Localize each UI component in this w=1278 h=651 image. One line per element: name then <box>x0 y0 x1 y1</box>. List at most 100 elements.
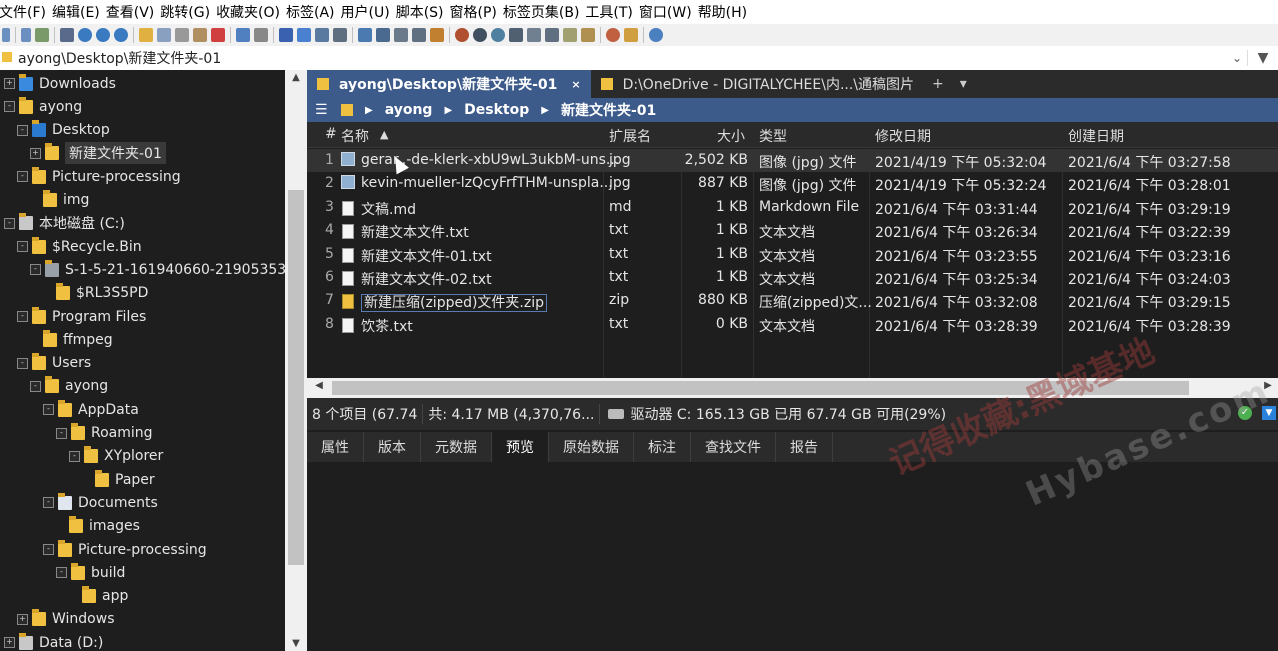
tree-item[interactable]: - Picture-processing <box>43 538 207 561</box>
menu-icon[interactable]: ☰ <box>315 102 333 118</box>
theme-icon[interactable] <box>473 28 487 42</box>
chevron-down-icon[interactable]: ⌄ <box>1227 51 1247 65</box>
tree-item[interactable]: - ayong <box>4 95 82 118</box>
diamond-icon[interactable] <box>581 28 595 42</box>
address-bar[interactable]: ayong\Desktop\新建文件夹-01 ⌄ ▼ <box>0 46 1278 71</box>
tree-item[interactable]: - $Recycle.Bin <box>17 235 142 258</box>
color-icon[interactable] <box>606 28 620 42</box>
panel-tab[interactable]: 标注 <box>634 432 691 462</box>
note-icon[interactable] <box>563 28 577 42</box>
scroll-left-icon[interactable]: ◀ <box>311 380 327 391</box>
column-type[interactable]: 类型 <box>759 126 787 146</box>
menu-item[interactable]: 跳转(G) <box>157 2 213 22</box>
tree-scrollbar[interactable]: ▲ ▼ <box>285 70 307 651</box>
collapse-icon[interactable]: - <box>56 567 67 579</box>
tree-item[interactable]: img <box>30 189 89 212</box>
select-icon[interactable] <box>315 28 329 42</box>
settings-icon[interactable] <box>649 28 663 42</box>
collapse-icon[interactable]: - <box>30 264 41 276</box>
collapse-icon[interactable]: - <box>17 357 28 369</box>
menu-item[interactable]: 帮助(H) <box>695 2 750 22</box>
panel-tab[interactable]: 查找文件 <box>691 432 776 462</box>
tree-item[interactable]: app <box>69 585 128 608</box>
copy-icon[interactable] <box>157 28 171 42</box>
panel-tab[interactable]: 版本 <box>364 432 421 462</box>
menu-item[interactable]: 用户(U) <box>338 2 393 22</box>
collapse-icon[interactable]: - <box>17 241 28 253</box>
chevron-right-icon[interactable]: ▶ <box>541 105 549 116</box>
tree-item[interactable]: - ayong <box>30 375 108 398</box>
menu-item[interactable]: 查看(V) <box>103 2 158 22</box>
column-ext[interactable]: 扩展名 <box>609 126 651 146</box>
new-tab-button[interactable]: + <box>924 70 952 98</box>
filter-icon[interactable]: ▼ <box>1247 50 1278 66</box>
expand-icon[interactable]: + <box>17 613 28 625</box>
collapse-icon[interactable]: - <box>17 124 28 136</box>
scroll-up-icon[interactable]: ▲ <box>285 72 307 83</box>
close-icon[interactable]: × <box>571 78 580 91</box>
tree-item[interactable]: ffmpeg <box>30 328 113 351</box>
file-row[interactable]: 3 文稿.md md 1 KB Markdown File 2021/6/4 下午 03:… <box>307 196 1278 219</box>
menu-item[interactable]: 标签页集(B) <box>500 2 583 22</box>
tree-item[interactable]: images <box>56 515 140 538</box>
file-row[interactable]: 1 gerar..-de-klerk-xbU9wL3ukbM-uns... jpg 2… <box>307 149 1278 172</box>
expand-icon[interactable]: + <box>4 78 15 89</box>
chevron-right-icon[interactable]: ▶ <box>365 105 373 116</box>
file-row[interactable]: 6 新建文本文件-02.txt txt 1 KB 文本文档 2021/6/4 下午 03:… <box>307 266 1278 289</box>
dual-pane-icon[interactable] <box>545 28 559 42</box>
scrollbar-thumb[interactable] <box>288 190 304 565</box>
collapse-icon[interactable]: - <box>43 497 54 509</box>
menu-item[interactable]: 工具(T) <box>582 2 635 22</box>
undo-icon[interactable] <box>236 28 250 42</box>
menu-item[interactable]: 脚本(S) <box>393 2 447 22</box>
redo-icon[interactable] <box>254 28 268 42</box>
panel-tab[interactable]: 预览 <box>492 432 549 462</box>
breadcrumb-item[interactable]: ayong <box>385 102 433 118</box>
collapse-icon[interactable]: - <box>17 311 28 322</box>
menu-item[interactable]: 窗口(W) <box>636 2 695 22</box>
visual-filter-icon[interactable] <box>394 28 408 42</box>
target-icon[interactable] <box>455 28 469 42</box>
file-row[interactable]: 4 新建文本文件.txt txt 1 KB 文本文档 2021/6/4 下午 03:26:… <box>307 219 1278 242</box>
tree-item[interactable]: - XYplorer <box>69 445 163 468</box>
search-icon[interactable] <box>78 28 92 42</box>
collapse-icon[interactable]: - <box>56 427 67 439</box>
format-icon[interactable] <box>279 28 293 42</box>
globe-icon[interactable] <box>491 28 505 42</box>
delete-icon[interactable] <box>211 28 225 42</box>
menu-item[interactable]: 收藏夹(O) <box>213 2 283 22</box>
expand-icon[interactable]: + <box>4 637 15 649</box>
tree-item[interactable]: - Desktop <box>17 119 110 142</box>
collapse-icon[interactable]: - <box>4 101 15 113</box>
panel-icon[interactable] <box>527 28 541 42</box>
panel-tab[interactable]: 报告 <box>776 432 833 462</box>
brush-icon[interactable] <box>624 28 638 42</box>
menu-item[interactable]: 文件(F) <box>0 2 49 22</box>
tree-item[interactable]: + 新建文件夹-01 <box>30 142 166 165</box>
tree-item[interactable]: $RL3S5PD <box>43 282 148 305</box>
stop-icon[interactable] <box>114 28 128 42</box>
tab-menu-button[interactable]: ▾ <box>952 70 975 98</box>
column-name[interactable]: 名称 <box>341 126 369 146</box>
catalog-icon[interactable] <box>430 28 444 42</box>
address-path[interactable]: ayong\Desktop\新建文件夹-01 <box>18 48 1227 68</box>
panel-tab[interactable]: 原始数据 <box>549 432 634 462</box>
panel-tab[interactable]: 属性 <box>307 432 364 462</box>
forward-icon[interactable] <box>21 28 31 42</box>
column-num[interactable]: # <box>325 126 337 142</box>
tree-item[interactable]: - Picture-processing <box>17 165 181 188</box>
menu-item[interactable]: 标签(A) <box>283 2 338 22</box>
collapse-icon[interactable]: - <box>69 450 80 462</box>
cut-icon[interactable] <box>175 28 189 42</box>
scroll-down-icon[interactable]: ▼ <box>285 638 307 649</box>
chevron-right-icon[interactable]: ▶ <box>444 105 452 116</box>
tree-item[interactable]: + Data (D:) <box>4 631 103 651</box>
tree-item[interactable]: - AppData <box>43 398 139 421</box>
collapse-icon[interactable]: - <box>43 404 54 416</box>
column-created[interactable]: 创建日期 <box>1068 126 1124 146</box>
tab-onedrive[interactable]: D:\OneDrive - DIGITALYCHEE\内...\通稿图片 <box>591 70 924 98</box>
tree-item[interactable]: - Documents <box>43 491 158 514</box>
breadcrumb-item[interactable]: 新建文件夹-01 <box>561 100 656 120</box>
search-files-icon[interactable] <box>358 28 372 42</box>
tree-item[interactable]: + Windows <box>17 608 115 631</box>
